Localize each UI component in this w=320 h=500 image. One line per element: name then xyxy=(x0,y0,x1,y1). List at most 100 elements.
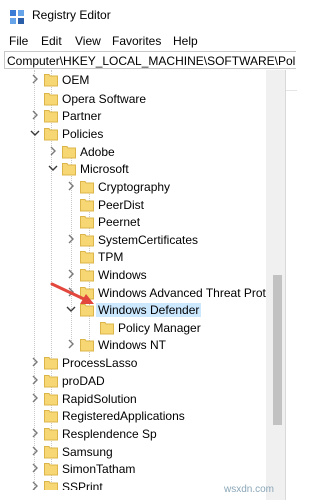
tree-item[interactable]: TPM xyxy=(4,248,266,266)
chevron-right-icon[interactable] xyxy=(66,233,76,245)
values-header xyxy=(286,70,297,91)
window-title: Registry Editor xyxy=(32,8,111,22)
menu-view[interactable]: View xyxy=(75,34,101,48)
folder-icon xyxy=(44,426,58,444)
chevron-down-icon[interactable] xyxy=(30,127,40,139)
address-path[interactable]: Computer\HKEY_LOCAL_MACHINE\SOFTWARE\Pol… xyxy=(7,54,296,68)
tree-item-label: Resplendence Sp xyxy=(62,427,157,441)
tree-item[interactable]: Partner xyxy=(4,107,266,125)
tree-item-label: Policies xyxy=(62,127,104,141)
expander-placeholder xyxy=(66,250,76,262)
chevron-right-icon[interactable] xyxy=(30,392,40,404)
tree-item-label: Windows xyxy=(98,268,147,282)
tree-item[interactable]: Peernet xyxy=(4,213,266,231)
chevron-right-icon[interactable] xyxy=(30,480,40,490)
tree-item-label: Samsung xyxy=(62,445,113,459)
tree-item[interactable]: Windows NT xyxy=(4,336,266,354)
folder-icon xyxy=(80,337,94,355)
tree-item-label: Cryptography xyxy=(98,180,171,194)
folder-icon xyxy=(44,355,58,373)
expander-placeholder xyxy=(86,321,96,333)
tree-item-label: Peernet xyxy=(98,215,141,229)
tree-item[interactable]: OEM xyxy=(4,71,266,89)
folder-icon xyxy=(44,72,58,90)
address-bar[interactable]: Computer\HKEY_LOCAL_MACHINE\SOFTWARE\Pol… xyxy=(4,51,296,69)
tree-item[interactable]: RapidSolution xyxy=(4,390,266,408)
tree-item-label: proDAD xyxy=(62,374,105,388)
folder-icon xyxy=(62,161,76,179)
tree-item-label: Microsoft xyxy=(80,162,129,176)
folder-icon xyxy=(80,249,94,267)
tree-item[interactable]: Samsung xyxy=(4,443,266,461)
chevron-down-icon[interactable] xyxy=(48,162,58,174)
folder-icon xyxy=(44,108,58,126)
chevron-right-icon[interactable] xyxy=(30,427,40,439)
folder-icon xyxy=(44,479,58,490)
folder-icon xyxy=(44,461,58,479)
registry-tree[interactable]: OEM Opera Software Partner Policies Adobe Mic… xyxy=(4,70,266,490)
scrollbar-thumb[interactable] xyxy=(273,275,282,425)
menu-edit[interactable]: Edit xyxy=(41,34,62,48)
tree-item-label: SSPrint xyxy=(62,480,103,490)
tree-item[interactable]: RegisteredApplications xyxy=(4,407,266,425)
title-bar: Registry Editor xyxy=(0,0,296,30)
tree-item[interactable]: Windows Advanced Threat Protection xyxy=(4,284,266,302)
chevron-right-icon[interactable] xyxy=(66,338,76,350)
tree-item[interactable]: PeerDist xyxy=(4,196,266,214)
tree-item-label: Partner xyxy=(62,109,102,123)
values-pane[interactable] xyxy=(285,70,297,500)
tree-item-label: Adobe xyxy=(80,145,115,159)
tree-item[interactable]: Resplendence Sp xyxy=(4,425,266,443)
tree-item[interactable]: Microsoft xyxy=(4,160,266,178)
expander-placeholder xyxy=(30,92,40,104)
tree-item[interactable]: Adobe xyxy=(4,143,266,161)
tree-item-label: Windows NT xyxy=(98,338,167,352)
folder-icon xyxy=(44,373,58,391)
chevron-right-icon[interactable] xyxy=(48,145,58,157)
chevron-right-icon[interactable] xyxy=(66,180,76,192)
tree-item[interactable]: Windows Defender xyxy=(4,301,266,319)
tree-scrollbar[interactable] xyxy=(270,70,285,500)
tree-item-label: ProcessLasso xyxy=(62,356,138,370)
tree-item[interactable]: proDAD xyxy=(4,372,266,390)
tree-item[interactable]: ProcessLasso xyxy=(4,354,266,372)
tree-item-label: SystemCertificates xyxy=(98,233,199,247)
tree-item[interactable]: Policy Manager xyxy=(4,319,266,337)
expander-placeholder xyxy=(30,409,40,421)
chevron-right-icon[interactable] xyxy=(30,445,40,457)
tree-item-label: OEM xyxy=(62,73,90,87)
tree-item[interactable]: SimonTatham xyxy=(4,460,266,478)
registry-editor-icon xyxy=(9,9,25,28)
menu-favorites[interactable]: Favorites xyxy=(112,34,161,48)
chevron-right-icon[interactable] xyxy=(66,268,76,280)
folder-icon xyxy=(44,126,58,144)
watermark: wsxdn.com xyxy=(224,484,275,495)
folder-icon xyxy=(44,408,58,426)
menu-file[interactable]: File xyxy=(9,34,28,48)
folder-icon xyxy=(80,179,94,197)
menu-help[interactable]: Help xyxy=(173,34,198,48)
tree-item-label: TPM xyxy=(98,250,124,264)
tree-item-label: RegisteredApplications xyxy=(62,409,185,423)
tree-item-label: PeerDist xyxy=(98,198,145,212)
tree-item-label: RapidSolution xyxy=(62,392,137,406)
tree-item[interactable]: Windows xyxy=(4,266,266,284)
tree-item[interactable]: Cryptography xyxy=(4,178,266,196)
chevron-right-icon[interactable] xyxy=(30,73,40,85)
chevron-right-icon[interactable] xyxy=(30,109,40,121)
tree-item[interactable]: Policies xyxy=(4,125,266,143)
tree-item-label: SimonTatham xyxy=(62,462,136,476)
menu-bar: File Edit View Favorites Help xyxy=(0,30,296,50)
tree-item-label: Windows Advanced Threat Protection xyxy=(98,286,266,300)
chevron-right-icon[interactable] xyxy=(30,356,40,368)
folder-icon xyxy=(80,214,94,232)
chevron-right-icon[interactable] xyxy=(30,374,40,386)
expander-placeholder xyxy=(66,215,76,227)
annotation-arrow-icon xyxy=(50,282,94,304)
tree-item-label: Windows Defender xyxy=(96,303,202,317)
tree-item-label: Opera Software xyxy=(62,92,147,106)
tree-item[interactable]: SystemCertificates xyxy=(4,231,266,249)
expander-placeholder xyxy=(66,198,76,210)
tree-item[interactable]: Opera Software xyxy=(4,90,266,108)
chevron-right-icon[interactable] xyxy=(30,462,40,474)
